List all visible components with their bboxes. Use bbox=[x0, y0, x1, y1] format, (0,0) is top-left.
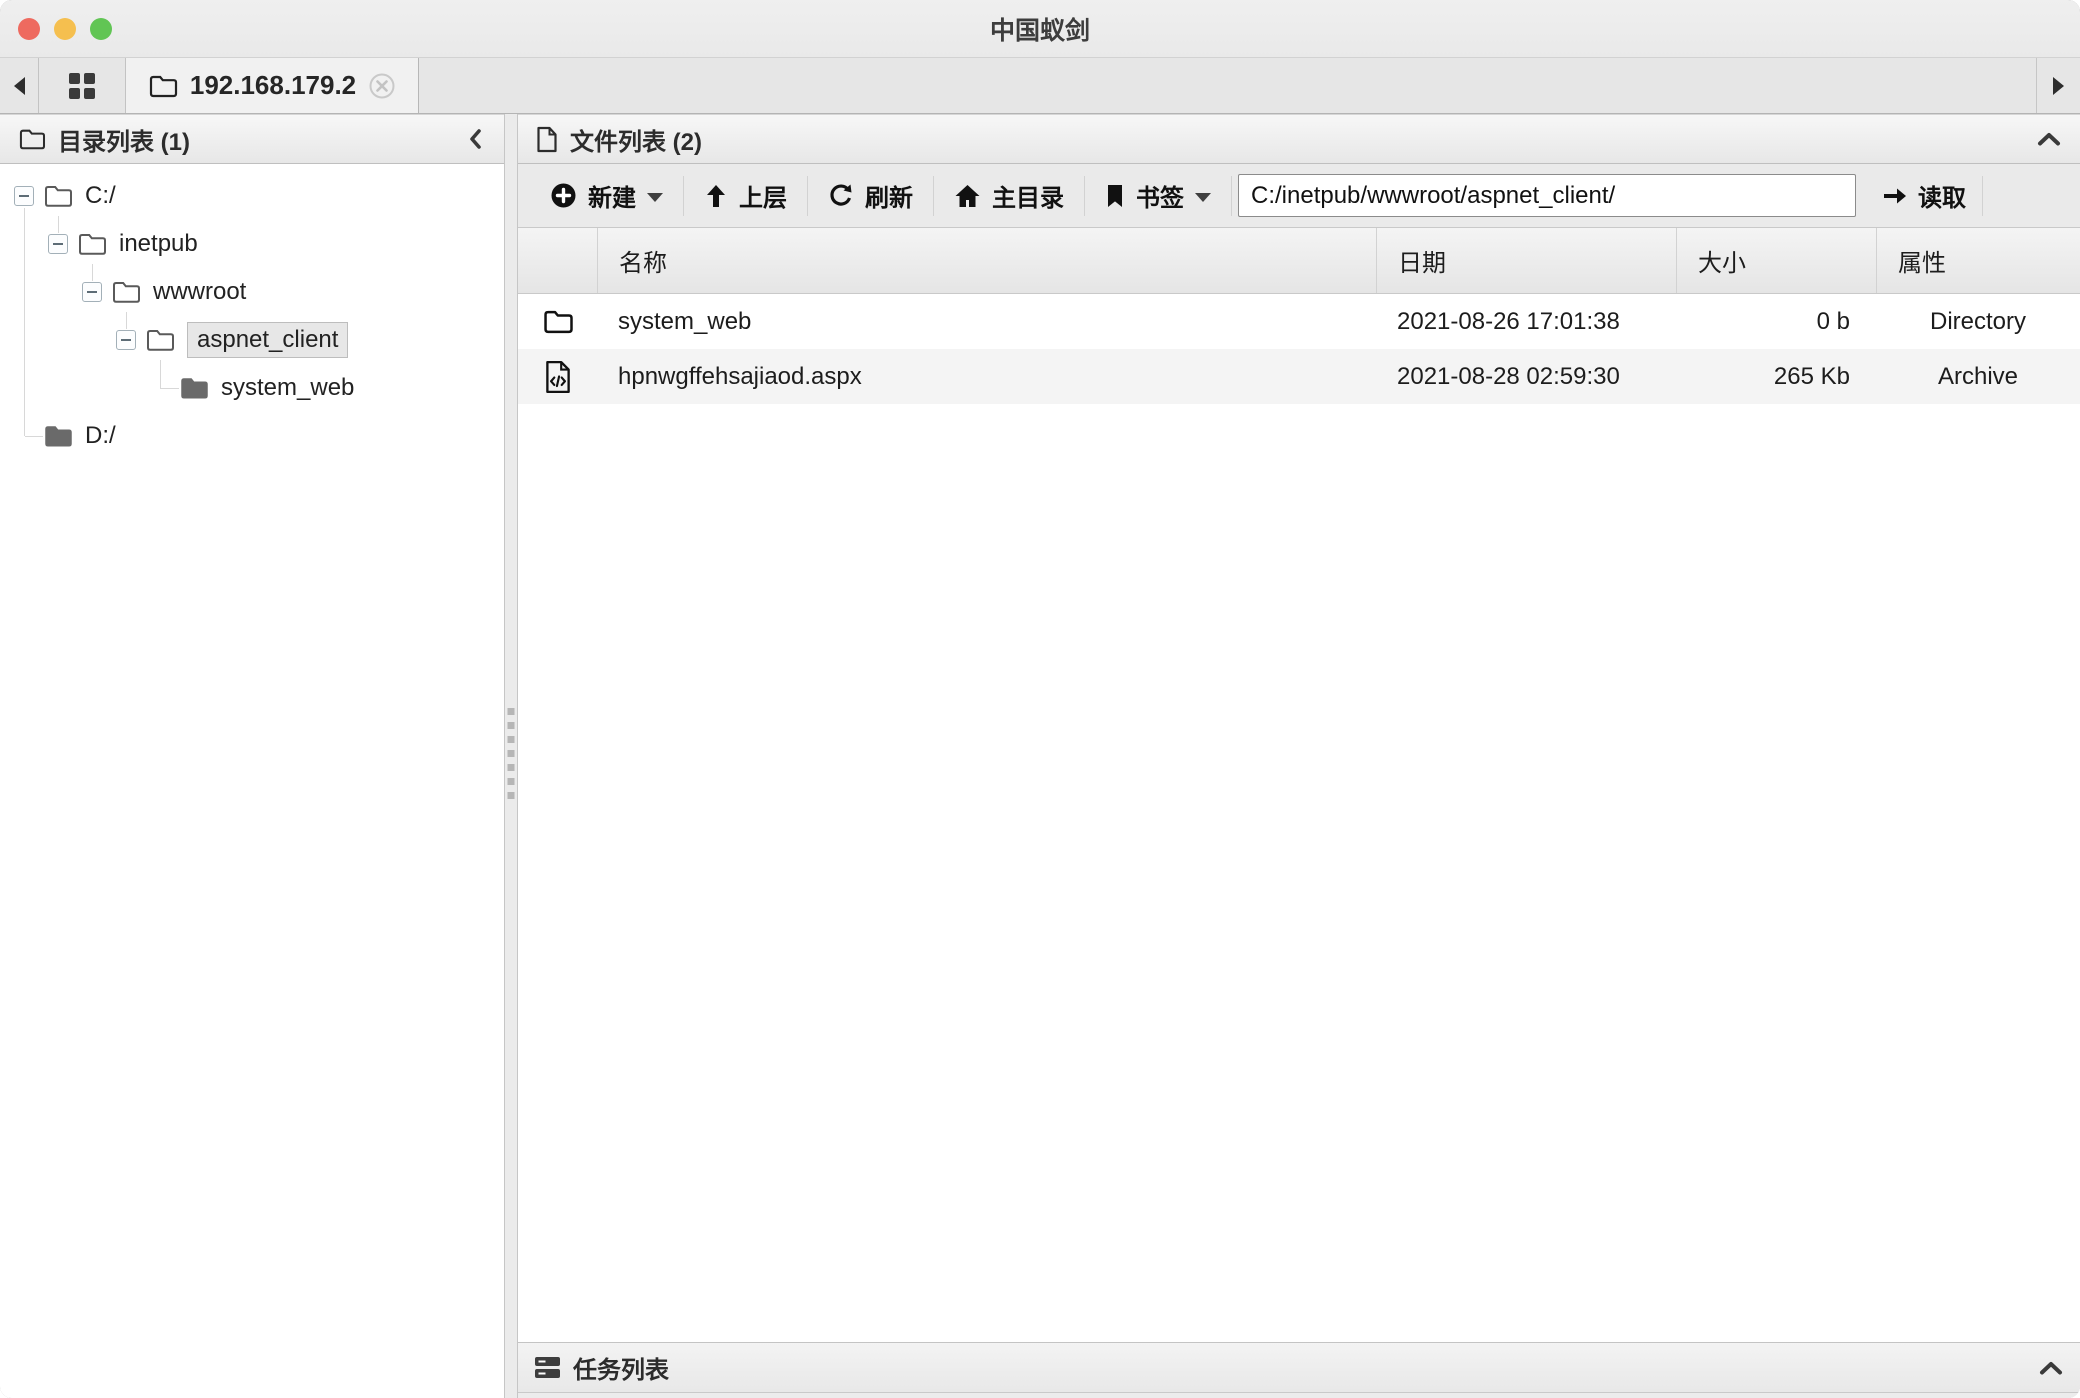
file-attr: Archive bbox=[1876, 363, 2080, 391]
refresh-icon bbox=[828, 183, 854, 209]
panel-splitter[interactable] bbox=[504, 114, 518, 1398]
file-name[interactable]: system_web bbox=[597, 308, 1376, 336]
collapse-node-icon[interactable] bbox=[14, 186, 34, 206]
tab-bar: 192.168.179.2 bbox=[0, 57, 2080, 114]
grid-icon bbox=[69, 73, 95, 99]
collapse-left-icon[interactable] bbox=[466, 127, 486, 151]
app-window: 中国蚁剑 192.168.179.2 bbox=[0, 0, 2080, 1398]
header-attr[interactable]: 属性 bbox=[1876, 228, 2080, 293]
tree-node-system-web[interactable]: system_web bbox=[0, 364, 504, 412]
directory-panel-header: 目录列表 (1) bbox=[0, 114, 504, 164]
home-button[interactable]: 主目录 bbox=[934, 164, 1084, 227]
file-panel-title: 文件列表 (2) bbox=[570, 122, 702, 157]
refresh-button[interactable]: 刷新 bbox=[808, 164, 933, 227]
code-file-icon bbox=[518, 360, 597, 394]
collapse-up-icon[interactable] bbox=[2038, 1359, 2064, 1377]
triangle-left-icon bbox=[14, 77, 25, 95]
minimize-window-button[interactable] bbox=[54, 18, 76, 40]
directory-tree: C:/ inetpub wwwroot bbox=[0, 164, 504, 1398]
collapse-node-icon[interactable] bbox=[116, 330, 136, 350]
plus-circle-icon bbox=[550, 182, 577, 209]
folder-open-icon bbox=[77, 231, 108, 257]
tab-overview-button[interactable] bbox=[38, 58, 126, 113]
file-toolbar: 新建 上层 bbox=[518, 164, 2080, 228]
tree-node-d-drive[interactable]: D:/ bbox=[0, 412, 504, 460]
window-title: 中国蚁剑 bbox=[990, 11, 1090, 47]
tab-shell-session[interactable]: 192.168.179.2 bbox=[126, 58, 419, 113]
collapse-node-icon[interactable] bbox=[48, 234, 68, 254]
chevron-down-icon bbox=[1195, 193, 1211, 202]
directory-panel-title: 目录列表 (1) bbox=[58, 122, 190, 157]
home-icon bbox=[954, 183, 981, 209]
new-button[interactable]: 新建 bbox=[530, 164, 683, 227]
tab-strip-empty bbox=[419, 58, 2036, 113]
zoom-window-button[interactable] bbox=[90, 18, 112, 40]
folder-open-icon bbox=[111, 279, 142, 305]
splitter-grip-icon bbox=[508, 708, 515, 804]
tree-node-label-selected[interactable]: aspnet_client bbox=[187, 322, 348, 358]
arrow-right-icon bbox=[1882, 185, 1908, 207]
tree-node-inetpub[interactable]: inetpub bbox=[0, 220, 504, 268]
path-input[interactable] bbox=[1238, 174, 1856, 217]
chevron-down-icon bbox=[647, 193, 663, 202]
folder-icon bbox=[518, 308, 597, 335]
folder-open-icon bbox=[43, 183, 74, 209]
folder-open-icon bbox=[145, 327, 176, 353]
tabs-scroll-left-button[interactable] bbox=[0, 58, 38, 113]
file-date: 2021-08-26 17:01:38 bbox=[1376, 308, 1676, 336]
tab-close-icon[interactable] bbox=[368, 72, 396, 100]
close-window-button[interactable] bbox=[18, 18, 40, 40]
file-attr: Directory bbox=[1876, 308, 2080, 336]
tree-node-label[interactable]: system_web bbox=[221, 374, 354, 402]
file-table-header: 名称 日期 大小 属性 bbox=[518, 228, 2080, 294]
file-panel-header: 文件列表 (2) bbox=[518, 114, 2080, 164]
bookmark-icon bbox=[1105, 183, 1125, 209]
file-icon bbox=[536, 126, 558, 153]
folder-closed-icon bbox=[179, 375, 210, 401]
arrow-up-icon bbox=[704, 183, 728, 209]
tabs-scroll-right-button[interactable] bbox=[2036, 58, 2080, 113]
header-date[interactable]: 日期 bbox=[1376, 228, 1676, 293]
collapse-up-icon[interactable] bbox=[2036, 130, 2062, 148]
directory-panel: 目录列表 (1) bbox=[0, 114, 504, 1398]
file-size: 0 b bbox=[1676, 308, 1876, 336]
traffic-lights bbox=[18, 18, 112, 40]
up-level-button[interactable]: 上层 bbox=[684, 164, 807, 227]
collapse-node-icon[interactable] bbox=[82, 282, 102, 302]
tree-node-label[interactable]: inetpub bbox=[119, 230, 198, 258]
task-list-title: 任务列表 bbox=[573, 1350, 669, 1385]
file-row-system-web[interactable]: system_web 2021-08-26 17:01:38 0 b Direc… bbox=[518, 294, 2080, 349]
file-name[interactable]: hpnwgffehsajiaod.aspx bbox=[597, 363, 1376, 391]
window-bottom-edge bbox=[518, 1393, 2080, 1398]
tree-node-label[interactable]: wwwroot bbox=[153, 278, 246, 306]
tree-node-label[interactable]: D:/ bbox=[85, 422, 116, 450]
file-panel: 文件列表 (2) 新建 bbox=[518, 114, 2080, 1398]
bookmark-button[interactable]: 书签 bbox=[1085, 164, 1231, 227]
triangle-right-icon bbox=[2053, 77, 2064, 95]
folder-icon bbox=[148, 73, 178, 99]
tab-label: 192.168.179.2 bbox=[190, 70, 356, 101]
file-row-webshell[interactable]: hpnwgffehsajiaod.aspx 2021-08-28 02:59:3… bbox=[518, 349, 2080, 404]
tree-node-aspnet-client[interactable]: aspnet_client bbox=[0, 316, 504, 364]
header-name[interactable]: 名称 bbox=[597, 228, 1376, 293]
file-size: 265 Kb bbox=[1676, 363, 1876, 391]
task-list-icon bbox=[534, 1356, 561, 1379]
header-icon-column bbox=[518, 228, 597, 293]
file-list-empty-area bbox=[518, 404, 2080, 1342]
task-list-bar[interactable]: 任务列表 bbox=[518, 1342, 2080, 1393]
title-bar: 中国蚁剑 bbox=[0, 0, 2080, 57]
folder-icon bbox=[18, 127, 46, 151]
tree-node-c-drive[interactable]: C:/ bbox=[0, 172, 504, 220]
file-date: 2021-08-28 02:59:30 bbox=[1376, 363, 1676, 391]
read-button[interactable]: 读取 bbox=[1866, 164, 1982, 227]
folder-closed-icon bbox=[43, 423, 74, 449]
tree-node-wwwroot[interactable]: wwwroot bbox=[0, 268, 504, 316]
tree-node-label[interactable]: C:/ bbox=[85, 182, 116, 210]
header-size[interactable]: 大小 bbox=[1676, 228, 1876, 293]
